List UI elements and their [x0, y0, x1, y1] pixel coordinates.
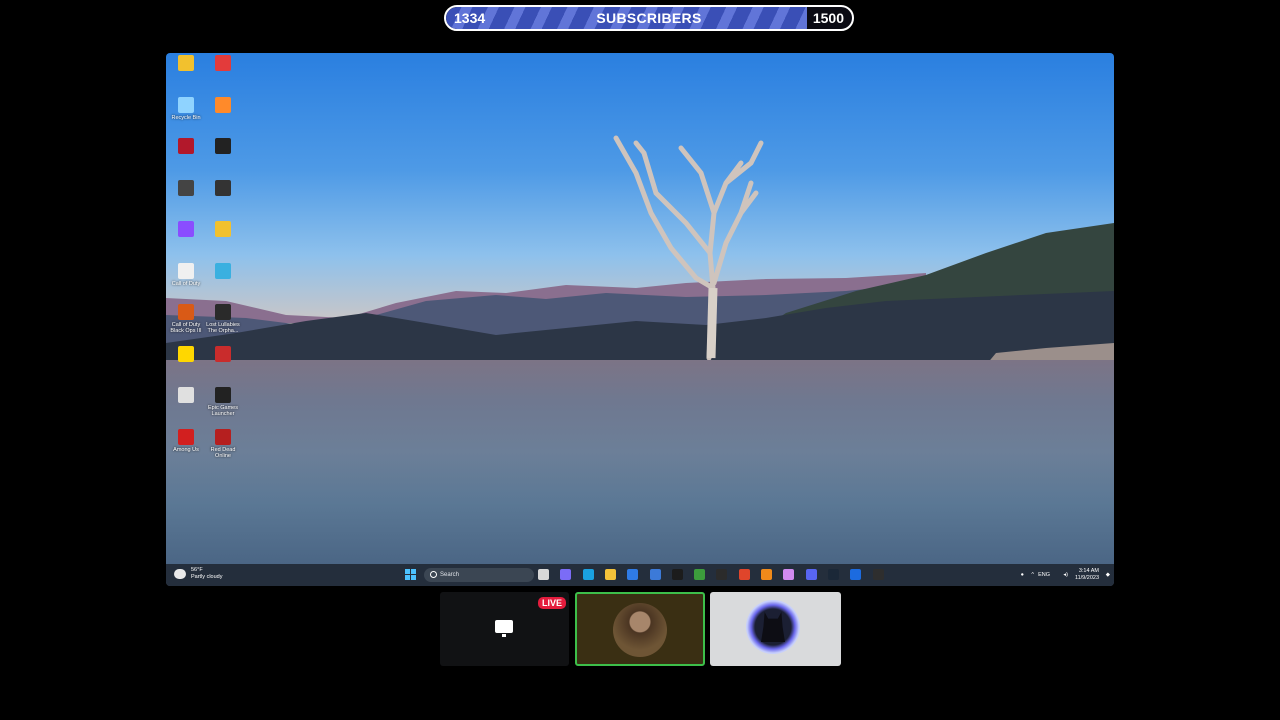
tray-lang[interactable]: ENG — [1038, 572, 1050, 579]
desktop-icon[interactable] — [205, 138, 241, 156]
app-shortcut-icon — [215, 304, 231, 320]
desktop-capture: Recycle Bin Call of Duty Call of Duty Blac… — [166, 53, 1114, 586]
taskbar: 56°F Partly cloudy Search ^ ● ENG ◂) 3:14… — [166, 564, 1114, 586]
clock-time: 3:14 AM — [1078, 568, 1099, 574]
taskbar-search[interactable]: Search — [424, 568, 534, 582]
desktop-icon[interactable] — [205, 345, 241, 364]
discord-icon[interactable] — [805, 569, 817, 580]
desktop-icon-label: Call of Duty — [171, 280, 201, 287]
terminal-icon[interactable] — [716, 569, 728, 580]
app-shortcut-icon — [215, 138, 231, 154]
desktop-icon[interactable] — [168, 55, 204, 73]
app-shortcut-icon — [215, 262, 231, 279]
weather-desc: Partly cloudy — [191, 574, 223, 580]
avatar — [746, 600, 800, 654]
chrome-icon[interactable] — [694, 569, 706, 580]
app-shortcut-icon — [215, 55, 231, 71]
app-shortcut-icon — [215, 179, 231, 196]
desktop-icon[interactable]: Among Us — [168, 428, 204, 453]
avatar — [613, 603, 667, 657]
app-shortcut-icon — [178, 55, 194, 71]
subscriber-goal-bar: 1334 SUBSCRIBERS 1500 — [444, 5, 854, 31]
desktop-icon[interactable] — [168, 387, 204, 405]
folder-icon[interactable] — [604, 569, 616, 580]
desktop-icon[interactable]: Call of Duty — [168, 262, 204, 287]
app-shortcut-icon — [178, 138, 194, 154]
desktop-icon[interactable] — [205, 179, 241, 198]
clock[interactable]: 3:14 AM 11/9/2023 — [1075, 568, 1099, 582]
app-shortcut-icon — [178, 304, 194, 320]
desktop-icon[interactable] — [205, 262, 241, 281]
brave-icon[interactable] — [738, 569, 750, 580]
live-badge: LIVE — [538, 597, 567, 609]
desktop-icon-label: Recycle Bin — [171, 114, 201, 121]
search-placeholder: Search — [440, 572, 460, 578]
desktop-icon[interactable] — [205, 221, 241, 239]
start-button[interactable] — [405, 569, 417, 581]
desktop-icon-label: Epic Games Launcher — [208, 405, 238, 417]
app-shortcut-icon — [215, 387, 231, 403]
app-shortcut-icon — [215, 96, 231, 113]
edge-icon[interactable] — [582, 569, 594, 580]
app-shortcut-icon — [178, 221, 194, 237]
app-shortcut-icon — [178, 96, 194, 113]
vlc-icon[interactable] — [761, 569, 772, 580]
app-shortcut-icon — [178, 387, 194, 403]
desktop-icon[interactable]: Call of Duty Black Ops III — [168, 304, 204, 334]
desktop-icon[interactable] — [205, 55, 241, 73]
app-shortcut-icon — [178, 179, 194, 196]
app-shortcut-icon — [178, 428, 194, 445]
desktop-icon[interactable]: Lost Lullabies The Orpha... — [205, 304, 241, 334]
batman-avatar-tile[interactable] — [710, 592, 841, 666]
desktop-icon-label: Among Us — [173, 446, 199, 453]
desktop-icon[interactable]: Recycle Bin — [168, 96, 204, 121]
screen-share-icon — [495, 620, 513, 637]
batman-icon — [761, 612, 785, 642]
search-icon — [430, 571, 437, 578]
subscriber-goal-count: 1500 — [812, 10, 844, 26]
desktop-icon-label: Lost Lullabies The Orpha... — [206, 322, 240, 334]
app-shortcut-icon — [215, 345, 231, 362]
lake-water — [166, 360, 1114, 564]
steam-icon[interactable] — [827, 569, 839, 580]
notification-icon[interactable]: ◆ — [1106, 572, 1110, 579]
mail-icon[interactable] — [649, 569, 661, 580]
app-shortcut-icon — [215, 428, 231, 445]
app-icon[interactable] — [671, 569, 683, 580]
desktop-icon[interactable] — [168, 221, 204, 239]
weather-temp: 56°F — [191, 567, 203, 573]
obs-icon[interactable] — [872, 569, 884, 580]
app-shortcut-icon — [178, 345, 194, 362]
app-shortcut-icon — [215, 221, 231, 237]
tray-chevron-icon[interactable]: ^ — [1031, 572, 1034, 579]
desktop-icon[interactable]: Epic Games Launcher — [205, 387, 241, 417]
clock-date: 11/9/2023 — [1074, 575, 1099, 581]
desktop-icon-label: Red Dead Online — [210, 446, 236, 459]
app2-icon[interactable] — [783, 569, 795, 580]
app-shortcut-icon — [178, 262, 194, 279]
store-icon[interactable] — [627, 569, 639, 580]
copilot-icon[interactable] — [560, 569, 572, 580]
file-icon[interactable] — [538, 569, 549, 580]
subscriber-label: SUBSCRIBERS — [596, 10, 702, 26]
mic-icon[interactable]: ● — [1021, 572, 1024, 579]
ps-icon[interactable] — [850, 569, 862, 580]
webcam-tile[interactable] — [575, 592, 705, 666]
desktop-icon[interactable] — [168, 179, 204, 198]
desktop-icon[interactable] — [205, 96, 241, 115]
cloud-icon — [174, 569, 186, 579]
desktop-icon[interactable] — [168, 138, 204, 156]
volume-icon[interactable]: ◂) — [1063, 572, 1068, 579]
desktop-icon[interactable] — [168, 345, 204, 364]
screen-share-tile[interactable]: LIVE — [440, 592, 569, 666]
desktop-icon-label: Call of Duty Black Ops III — [170, 322, 202, 334]
desktop-icon[interactable]: Red Dead Online — [205, 428, 241, 459]
windows-logo-icon — [405, 569, 410, 574]
